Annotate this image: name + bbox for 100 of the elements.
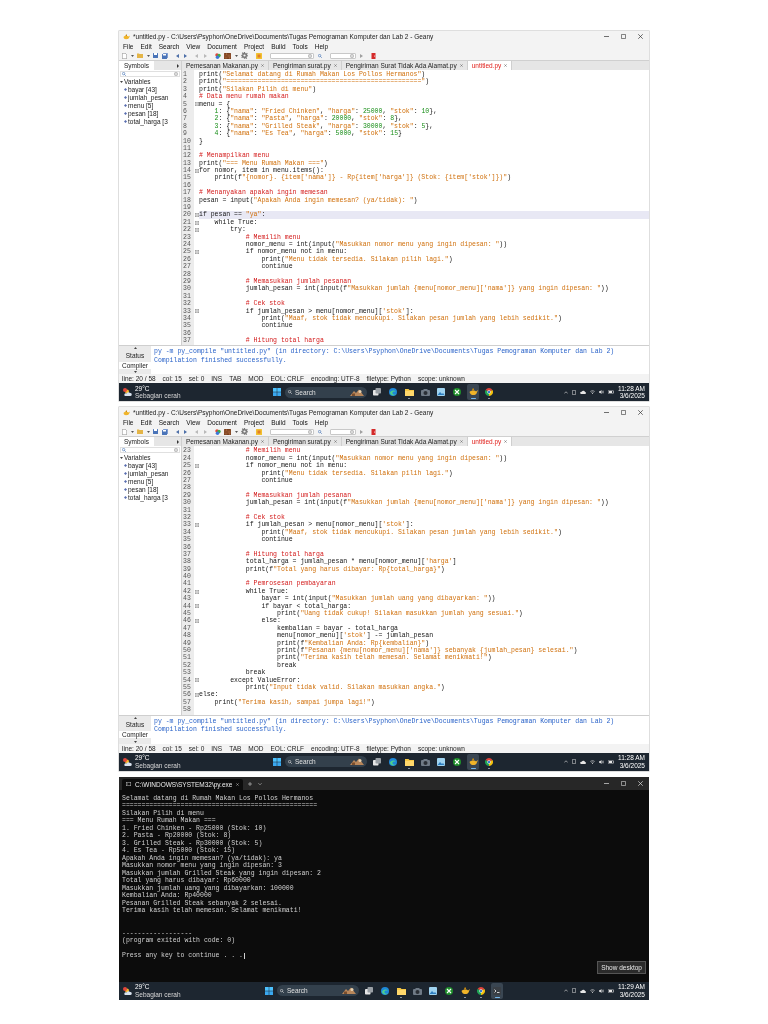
floppy-disks-icon[interactable] xyxy=(161,428,168,435)
picture-icon xyxy=(437,757,445,766)
sun-cloud-icon[interactable] xyxy=(123,986,132,995)
cloud-icon[interactable] xyxy=(580,390,586,395)
battery-icon[interactable] xyxy=(608,390,614,395)
fold-icon[interactable] xyxy=(194,463,199,468)
arrow-right-icon[interactable] xyxy=(359,53,363,58)
line-number-field[interactable] xyxy=(329,52,356,59)
x-circle-icon xyxy=(445,986,453,995)
arrow-left-icon[interactable] xyxy=(175,53,180,58)
fold-icon[interactable] xyxy=(194,102,199,107)
color-circles-icon[interactable] xyxy=(214,52,221,59)
caret-down-icon[interactable] xyxy=(130,54,134,57)
wifi-icon[interactable] xyxy=(590,759,595,764)
cloud-icon[interactable] xyxy=(580,988,586,993)
minimize-icon[interactable] xyxy=(604,412,609,414)
bricks-icon[interactable] xyxy=(224,52,231,59)
floppy-disks-icon[interactable] xyxy=(161,52,168,59)
color-swatch-icon[interactable] xyxy=(256,52,262,59)
search-icon[interactable] xyxy=(122,71,126,76)
phone-icon[interactable] xyxy=(572,988,576,993)
fold-icon[interactable] xyxy=(194,678,199,683)
fold-icon[interactable] xyxy=(194,619,199,624)
caret-down-icon[interactable] xyxy=(130,430,134,433)
arrow-right-icon[interactable] xyxy=(359,429,363,434)
taskbar-button[interactable] xyxy=(491,982,503,999)
taskbar-button[interactable] xyxy=(467,753,479,770)
arrow-down-icon[interactable] xyxy=(133,740,137,743)
fold-icon[interactable] xyxy=(194,168,199,173)
floppy-disk-icon[interactable] xyxy=(153,429,158,435)
cloud-icon[interactable] xyxy=(580,759,586,764)
mountains-icon xyxy=(342,987,356,994)
caret-right-icon[interactable] xyxy=(177,439,179,444)
caret-down-icon[interactable] xyxy=(234,430,238,433)
door-exit-icon[interactable] xyxy=(371,52,376,59)
search-field[interactable] xyxy=(270,428,314,435)
search-icon[interactable] xyxy=(317,429,322,434)
fold-icon[interactable] xyxy=(194,589,199,594)
fold-icon[interactable] xyxy=(194,250,199,255)
gear-icon[interactable] xyxy=(241,428,248,436)
fold-icon[interactable] xyxy=(194,227,199,232)
fold-icon[interactable] xyxy=(194,220,199,225)
terminal-icon xyxy=(126,782,131,786)
chevron-up-icon[interactable] xyxy=(564,989,568,992)
symbol-search-field[interactable] xyxy=(120,446,180,453)
start-icon[interactable] xyxy=(273,388,281,397)
fold-icon[interactable] xyxy=(194,523,199,528)
caret-down-icon[interactable] xyxy=(146,54,150,57)
caret-down-icon[interactable] xyxy=(234,54,238,57)
battery-icon[interactable] xyxy=(608,988,614,993)
fold-icon[interactable] xyxy=(194,309,199,314)
caret-down-icon[interactable] xyxy=(120,456,123,459)
bricks-icon[interactable] xyxy=(224,428,231,435)
sun-cloud-icon[interactable] xyxy=(123,388,132,397)
floppy-disk-icon[interactable] xyxy=(153,53,158,58)
symbol-search-field[interactable] xyxy=(120,70,180,77)
chevron-up-icon[interactable] xyxy=(564,390,568,394)
gear-icon[interactable] xyxy=(241,52,248,59)
variable-icon xyxy=(124,104,127,107)
caret-down-icon[interactable] xyxy=(120,80,123,83)
chevron-up-icon[interactable] xyxy=(564,760,568,763)
color-circles-icon[interactable] xyxy=(214,428,221,435)
plus-icon[interactable] xyxy=(248,782,253,786)
maximize-icon[interactable] xyxy=(621,34,626,39)
lamp-icon xyxy=(460,986,470,995)
wifi-icon[interactable] xyxy=(590,390,595,395)
arrow-right-icon[interactable] xyxy=(183,53,187,58)
start-icon[interactable] xyxy=(265,986,273,995)
search-icon[interactable] xyxy=(317,53,322,58)
fold-icon[interactable] xyxy=(194,604,199,609)
text-cursor-icon xyxy=(243,952,245,959)
close-icon[interactable] xyxy=(638,410,643,416)
speaker-icon[interactable] xyxy=(599,988,604,993)
arrow-down-icon[interactable] xyxy=(133,371,137,374)
overlapping-squares-icon xyxy=(365,986,373,995)
caret-right-icon[interactable] xyxy=(177,63,179,68)
phone-icon[interactable] xyxy=(572,389,576,395)
phone-icon[interactable] xyxy=(572,759,576,764)
caret-down-icon[interactable] xyxy=(146,430,150,433)
line-number-field[interactable] xyxy=(329,428,356,435)
door-exit-icon[interactable] xyxy=(371,428,376,435)
fold-icon[interactable] xyxy=(194,693,199,698)
speaker-icon[interactable] xyxy=(599,390,604,395)
arrow-left-icon[interactable] xyxy=(175,429,180,434)
search-icon[interactable] xyxy=(122,447,126,452)
taskbar-button[interactable] xyxy=(467,384,479,401)
arrow-up-icon[interactable] xyxy=(133,347,137,350)
fold-icon[interactable] xyxy=(194,213,199,218)
search-field[interactable] xyxy=(270,52,314,59)
maximize-icon[interactable] xyxy=(621,410,626,416)
close-icon[interactable] xyxy=(638,34,643,39)
battery-icon[interactable] xyxy=(608,759,614,764)
picture-icon xyxy=(429,986,437,995)
arrow-up-icon[interactable] xyxy=(133,716,137,719)
wifi-icon[interactable] xyxy=(590,988,595,993)
color-swatch-icon[interactable] xyxy=(256,428,262,435)
speaker-icon[interactable] xyxy=(599,759,604,764)
sun-cloud-icon[interactable] xyxy=(123,757,132,766)
arrow-right-icon[interactable] xyxy=(183,429,187,434)
start-icon[interactable] xyxy=(273,757,281,766)
